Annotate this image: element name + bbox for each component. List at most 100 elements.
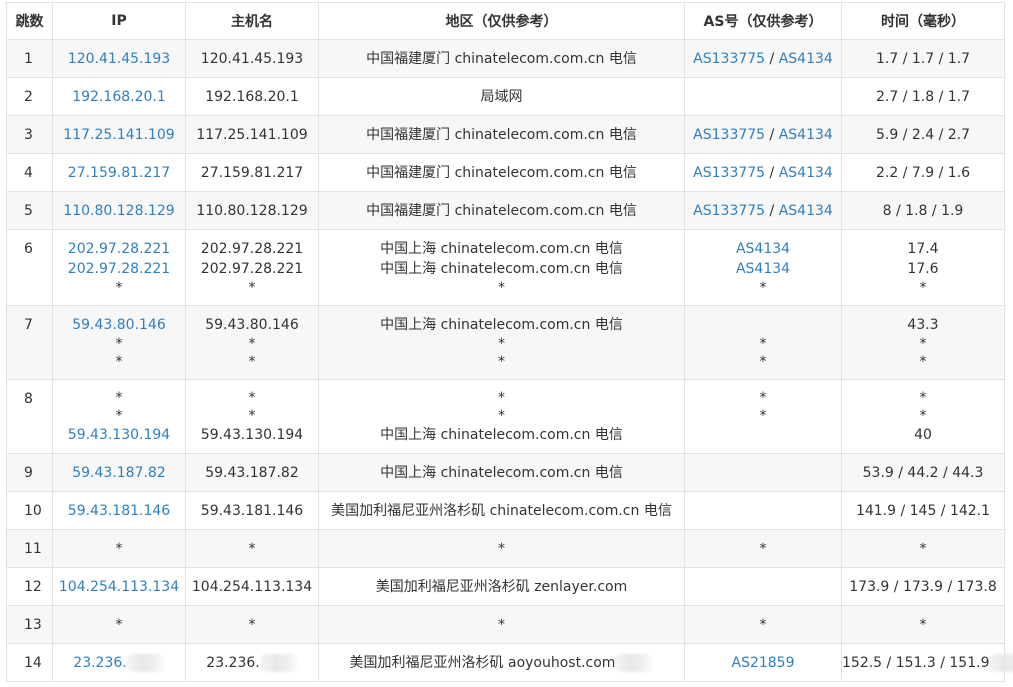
host-cell: * — [185, 529, 319, 568]
as-link[interactable]: AS21859 — [732, 655, 795, 671]
region-text: * — [498, 390, 505, 406]
region-cell: 中国福建厦门 chinatelecom.com.cn 电信 — [318, 39, 685, 78]
region-cell: 美国加利福尼亚州洛杉矶 zenlayer.com — [318, 567, 685, 606]
as-separator: / — [765, 127, 779, 143]
table-row: 2 192.168.20.1 192.168.20.1 局域网 2.7 / 1.8 / … — [6, 77, 1005, 116]
table-row: 11 * * * * * — [6, 529, 1005, 568]
ip-link[interactable]: 120.41.45.193 — [68, 51, 170, 67]
as-cell — [684, 491, 842, 530]
as-link[interactable]: AS4134 — [779, 51, 833, 67]
time-text: 2.7 / 1.8 / 1.7 — [875, 89, 971, 105]
as-text: * — [759, 617, 767, 633]
ip-link[interactable]: 59.43.181.146 — [68, 503, 170, 519]
ip-link[interactable]: 59.43.187.82 — [72, 465, 166, 481]
host-cell: * — [185, 605, 319, 644]
ip-cell: 110.80.128.129 — [52, 191, 186, 230]
as-link[interactable]: AS133775 — [693, 203, 765, 219]
host-cell: 59.43.80.146 * * — [185, 305, 319, 380]
ip-link: * — [115, 390, 123, 406]
as-link[interactable]: AS4134 — [779, 165, 833, 181]
hostname-text: 59.43.187.82 — [205, 465, 299, 481]
table-body: 1 120.41.45.193 120.41.45.193 中国福建厦门 chinat… — [6, 39, 1013, 682]
ip-cell: 59.43.80.146 * * — [52, 305, 186, 380]
time-cell: 141.9 / 145 / 142.1 — [841, 491, 1005, 530]
ip-link[interactable]: 202.97.28.221 — [68, 261, 170, 277]
time-text: 17.4 — [907, 241, 939, 257]
region-text: * — [498, 280, 505, 296]
as-link[interactable]: AS133775 — [693, 127, 765, 143]
time-cell: 152.5 / 151.3 / 151.9 — [841, 643, 1013, 682]
as-link[interactable]: AS4134 — [779, 127, 833, 143]
ip-link[interactable]: 192.168.20.1 — [72, 89, 166, 105]
region-text: 中国上海 chinatelecom.com.cn 电信 — [380, 317, 623, 333]
region-text: * — [498, 541, 505, 557]
region-cell: 美国加利福尼亚州洛杉矶 chinatelecom.com.cn 电信 — [318, 491, 685, 530]
as-cell: AS133775 / AS4134 — [684, 191, 842, 230]
region-text: * — [498, 408, 505, 424]
hostname-text: * — [248, 280, 256, 296]
hostname-text: 104.254.113.134 — [191, 579, 313, 595]
ip-link[interactable]: 23.236. — [73, 655, 126, 671]
as-cell: * — [684, 605, 842, 644]
region-text: 中国福建厦门 chinatelecom.com.cn 电信 — [366, 203, 637, 219]
hostname-text: 117.25.141.109 — [196, 127, 308, 143]
region-text: 中国福建厦门 chinatelecom.com.cn 电信 — [366, 165, 637, 181]
as-cell — [684, 567, 842, 606]
header-hop: 跳数 — [6, 2, 53, 40]
hop-number: 1 — [24, 51, 33, 67]
as-link[interactable]: AS4134 — [736, 241, 790, 257]
as-link[interactable]: AS133775 — [693, 51, 765, 67]
ip-cell: * — [52, 605, 186, 644]
ip-cell: 120.41.45.193 — [52, 39, 186, 78]
hostname-text: 120.41.45.193 — [200, 51, 304, 67]
host-cell: * * 59.43.130.194 — [185, 379, 319, 454]
redaction-blur — [989, 654, 1013, 672]
as-cell: * * — [684, 379, 842, 454]
as-separator: / — [765, 51, 779, 67]
ip-link: * — [115, 541, 123, 557]
hop-cell: 2 — [6, 77, 53, 116]
hop-cell: 5 — [6, 191, 53, 230]
region-text: 美国加利福尼亚州洛杉矶 aoyouhost.com — [349, 655, 616, 671]
ip-link[interactable]: 110.80.128.129 — [63, 203, 174, 219]
hostname-text: 59.43.130.194 — [200, 427, 304, 443]
ip-cell: * * 59.43.130.194 — [52, 379, 186, 454]
region-text: 美国加利福尼亚州洛杉矶 zenlayer.com — [375, 579, 628, 595]
hostname-text: 23.236. — [206, 655, 260, 671]
as-cell — [684, 77, 842, 116]
region-cell: 美国加利福尼亚州洛杉矶 aoyouhost.com — [318, 643, 685, 682]
ip-cell: 23.236. — [52, 643, 186, 682]
as-link[interactable]: AS4134 — [779, 203, 833, 219]
as-text: * — [759, 408, 767, 424]
hostname-text: * — [248, 390, 256, 406]
hop-number: 3 — [24, 127, 33, 143]
ip-link[interactable]: 104.254.113.134 — [59, 579, 179, 595]
host-cell: 120.41.45.193 — [185, 39, 319, 78]
time-cell: * — [841, 605, 1005, 644]
ip-link[interactable]: 27.159.81.217 — [68, 165, 170, 181]
as-cell — [684, 453, 842, 492]
hop-cell: 10 — [6, 491, 53, 530]
as-link[interactable]: AS4134 — [736, 261, 790, 277]
ip-link[interactable]: 59.43.130.194 — [68, 427, 170, 443]
header-host: 主机名 — [185, 2, 319, 40]
table-row: 13 * * * * * — [6, 605, 1005, 644]
time-cell: 5.9 / 2.4 / 2.7 — [841, 115, 1005, 154]
time-text: * — [919, 280, 927, 296]
host-cell: 23.236. — [185, 643, 319, 682]
region-text: * — [498, 354, 505, 370]
table-row: 5 110.80.128.129 110.80.128.129 中国福建厦门 chin… — [6, 191, 1005, 230]
ip-link[interactable]: 202.97.28.221 — [68, 241, 170, 257]
ip-link[interactable]: 117.25.141.109 — [63, 127, 174, 143]
hostname-text: * — [248, 354, 256, 370]
hostname-text: 202.97.28.221 — [200, 241, 304, 257]
region-cell: * — [318, 529, 685, 568]
as-text: * — [759, 390, 767, 406]
region-cell: 中国福建厦门 chinatelecom.com.cn 电信 — [318, 153, 685, 192]
ip-link[interactable]: 59.43.80.146 — [72, 317, 166, 333]
time-text: 43.3 — [907, 317, 939, 333]
as-link[interactable]: AS133775 — [693, 165, 765, 181]
as-cell: * — [684, 529, 842, 568]
hop-cell: 4 — [6, 153, 53, 192]
hop-number: 4 — [24, 165, 33, 181]
